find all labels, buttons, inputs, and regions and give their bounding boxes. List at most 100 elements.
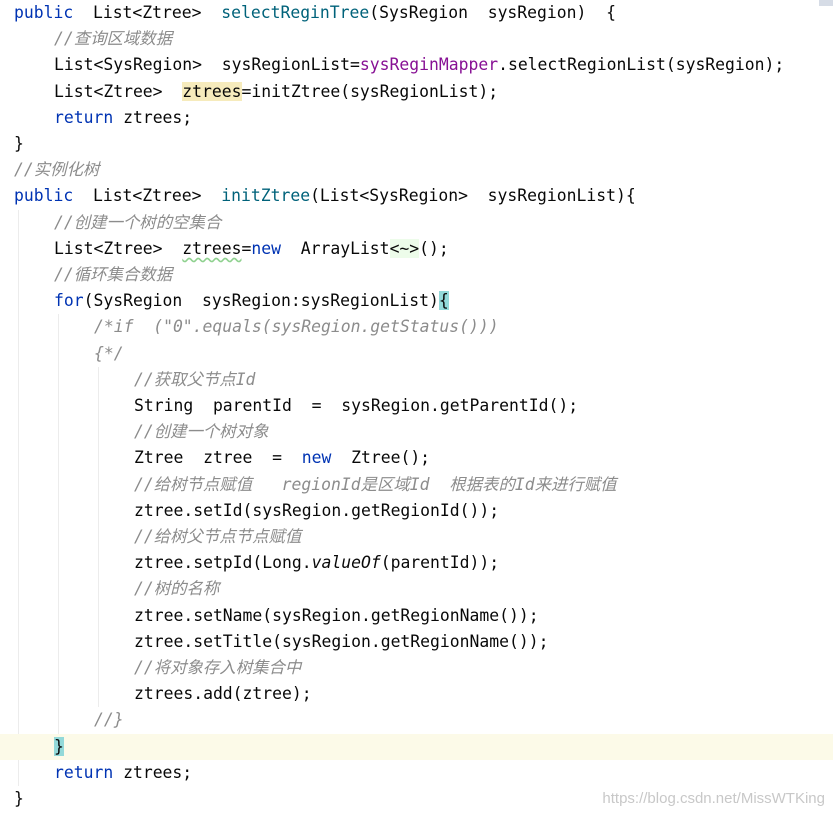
code-token: Ztree(); <box>331 448 431 468</box>
code-line[interactable]: //创建一个树的空集合 <box>0 210 833 236</box>
code-token: {*/ <box>94 343 124 363</box>
code-line[interactable]: //树的名称 <box>0 576 833 602</box>
code-token: { <box>438 291 449 311</box>
code-token: ztree.setName(sysRegion.getRegionName())… <box>134 605 539 625</box>
code-line[interactable]: //创建一个树对象 <box>0 419 833 445</box>
code-line[interactable]: /*if ("0".equals(sysRegion.getStatus())) <box>0 314 833 340</box>
code-text: //创建一个树对象 <box>134 419 268 445</box>
code-line[interactable]: } <box>0 733 833 760</box>
code-text: } <box>14 131 24 157</box>
code-token: ztree.setTitle(sysRegion.getRegionName()… <box>134 631 549 651</box>
code-line[interactable]: ztree.setName(sysRegion.getRegionName())… <box>0 603 833 629</box>
code-text: ztree.setId(sysRegion.getRegionId()); <box>134 498 499 524</box>
code-line[interactable]: //循环集合数据 <box>0 262 833 288</box>
code-line[interactable]: ztree.setTitle(sysRegion.getRegionName()… <box>0 629 833 655</box>
code-token: List<Ztree> <box>54 238 183 258</box>
code-text: return ztrees; <box>54 760 192 786</box>
code-token: return <box>54 107 114 127</box>
code-line[interactable]: ztrees.add(ztree); <box>0 681 833 707</box>
code-token: ztree.setId(sysRegion.getRegionId()); <box>134 500 500 520</box>
code-line[interactable]: //} <box>0 707 833 733</box>
code-token: public <box>14 186 74 206</box>
code-token: (); <box>419 238 449 258</box>
code-token: (SysRegion sysRegion) { <box>369 3 616 22</box>
code-token: List<Ztree> <box>73 186 222 206</box>
code-token: } <box>14 134 24 153</box>
code-token: sysReginMapper <box>359 55 499 75</box>
code-token: //查询区域数据 <box>54 29 173 49</box>
code-line[interactable]: List<Ztree> ztrees=initZtree(sysRegionLi… <box>0 79 833 105</box>
code-line[interactable]: {*/ <box>0 341 833 367</box>
code-token: selectReginTree <box>221 3 370 22</box>
code-text: ztree.setName(sysRegion.getRegionName())… <box>134 603 539 629</box>
code-line[interactable]: List<Ztree> ztrees=new ArrayList<~>(); <box>0 236 833 262</box>
code-line[interactable]: Ztree ztree = new Ztree(); <box>0 445 833 471</box>
code-text: public List<Ztree> initZtree(List<SysReg… <box>14 183 636 209</box>
code-line[interactable]: //给树节点赋值 regionId是区域Id 根据表的Id来进行赋值 <box>0 472 833 498</box>
code-text: ztrees.add(ztree); <box>134 681 312 707</box>
code-line[interactable]: for(SysRegion sysRegion:sysRegionList){ <box>0 288 833 314</box>
code-line[interactable]: return ztrees; <box>0 760 833 786</box>
code-line[interactable]: String parentId = sysRegion.getParentId(… <box>0 393 833 419</box>
code-token: = <box>241 238 252 258</box>
code-token: //创建一个树的空集合 <box>54 212 222 232</box>
code-text: ztree.setpId(Long.valueOf(parentId)); <box>134 550 499 576</box>
code-line[interactable]: //获取父节点Id <box>0 367 833 393</box>
code-token: /*if ("0".equals(sysRegion.getStatus())) <box>94 317 499 337</box>
code-token: } <box>54 736 64 756</box>
code-editor[interactable]: public List<Ztree> selectReginTree(SysRe… <box>0 0 833 820</box>
code-text: //创建一个树的空集合 <box>54 210 221 236</box>
code-token: String parentId = sysRegion.getParentId(… <box>134 396 579 415</box>
code-text: public List<Ztree> selectReginTree(SysRe… <box>14 0 616 26</box>
code-token: ztrees; <box>113 107 193 127</box>
code-line[interactable]: //查询区域数据 <box>0 26 833 52</box>
code-token: ztrees <box>182 238 242 258</box>
code-token: (List<SysRegion> sysRegionList){ <box>310 186 636 206</box>
code-token: //创建一个树对象 <box>134 422 269 442</box>
code-token: ArrayList <box>281 238 390 258</box>
code-line[interactable]: //实例化树 <box>0 157 833 183</box>
code-token: ztrees.add(ztree); <box>134 684 312 704</box>
code-token: List<Ztree> <box>73 3 222 22</box>
code-text: {*/ <box>94 341 124 367</box>
code-text: Ztree ztree = new Ztree(); <box>134 445 430 471</box>
code-token: (SysRegion sysRegion:sysRegionList) <box>83 291 439 311</box>
code-token: (parentId)); <box>380 553 500 573</box>
code-text: //给树父节点节点赋值 <box>134 524 301 550</box>
code-text: //实例化树 <box>14 157 99 183</box>
code-text: List<Ztree> ztrees=initZtree(sysRegionLi… <box>54 79 498 105</box>
code-token: ztree.setpId(Long. <box>134 553 312 573</box>
code-token: new <box>251 238 281 258</box>
code-text: /*if ("0".equals(sysRegion.getStatus())) <box>94 314 499 340</box>
code-token: <~> <box>389 238 420 258</box>
code-text: //} <box>94 707 124 733</box>
code-text: } <box>14 786 24 812</box>
code-token: //实例化树 <box>14 160 100 180</box>
code-text: String parentId = sysRegion.getParentId(… <box>134 393 578 419</box>
code-token: List<SysRegion> sysRegionList= <box>54 55 360 75</box>
code-token: =initZtree(sysRegionList); <box>241 81 499 101</box>
code-token: //} <box>94 710 124 730</box>
watermark: https://blog.csdn.net/MissWTKing <box>602 790 825 807</box>
code-line[interactable]: public List<Ztree> initZtree(List<SysReg… <box>0 183 833 209</box>
code-token: //获取父节点Id <box>134 369 256 389</box>
code-token: .selectRegionList(sysRegion); <box>498 55 785 75</box>
code-text: for(SysRegion sysRegion:sysRegionList){ <box>54 288 449 314</box>
code-text: //树的名称 <box>134 576 219 602</box>
code-line[interactable]: ztree.setId(sysRegion.getRegionId()); <box>0 498 833 524</box>
code-line[interactable]: return ztrees; <box>0 105 833 131</box>
code-line[interactable]: public List<Ztree> selectReginTree(SysRe… <box>0 0 833 26</box>
code-text: //查询区域数据 <box>54 26 172 52</box>
code-text: //将对象存入树集合中 <box>134 655 301 681</box>
code-line[interactable]: //将对象存入树集合中 <box>0 655 833 681</box>
code-text: List<Ztree> ztrees=new ArrayList<~>(); <box>54 236 449 262</box>
code-line[interactable]: ztree.setpId(Long.valueOf(parentId)); <box>0 550 833 576</box>
code-token: //树的名称 <box>134 579 220 599</box>
code-line[interactable]: //给树父节点节点赋值 <box>0 524 833 550</box>
code-line[interactable]: } <box>0 131 833 157</box>
code-token: } <box>14 789 24 808</box>
code-token: ztrees; <box>113 762 193 782</box>
code-token: public <box>14 3 74 22</box>
code-token: initZtree <box>221 186 311 206</box>
code-line[interactable]: List<SysRegion> sysRegionList=sysReginMa… <box>0 52 833 78</box>
